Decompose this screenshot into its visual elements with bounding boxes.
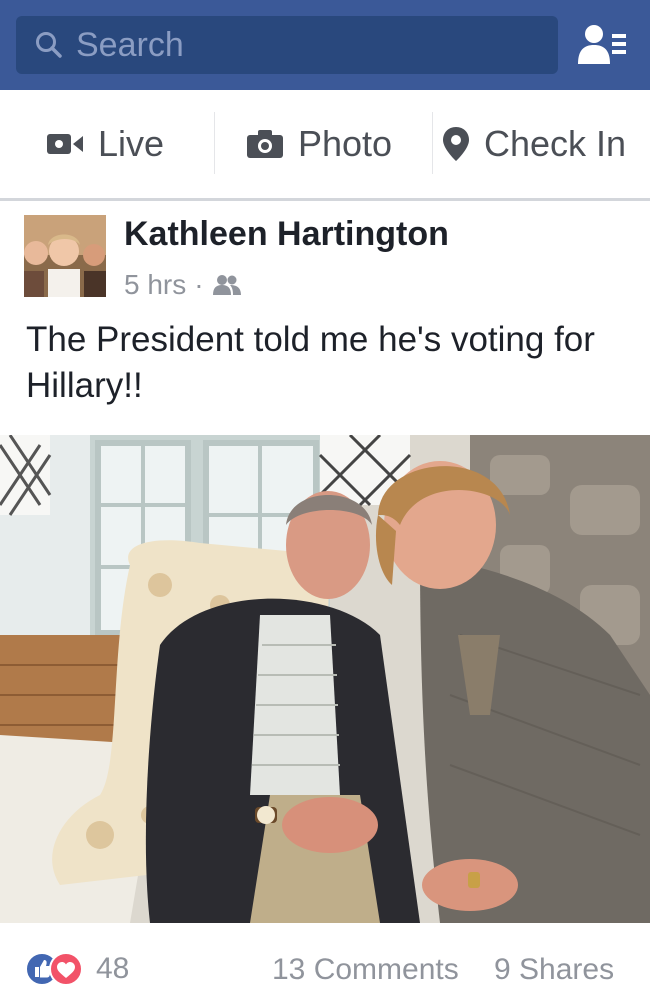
post-time[interactable]: 5 hrs xyxy=(124,269,186,301)
search-bar[interactable]: Search xyxy=(16,16,558,74)
like-love-reactions-icon xyxy=(25,952,83,986)
shares-count[interactable]: 9 Shares xyxy=(494,953,614,987)
comments-count[interactable]: 13 Comments xyxy=(272,953,459,987)
check-in-button[interactable]: Check In xyxy=(442,114,626,174)
composer-divider xyxy=(432,112,433,174)
search-placeholder: Search xyxy=(76,25,184,64)
live-label: Live xyxy=(98,123,165,164)
post-photo[interactable] xyxy=(0,435,650,923)
location-pin-icon xyxy=(443,127,469,161)
composer-divider xyxy=(214,112,215,174)
reactions-summary[interactable]: 48 xyxy=(24,951,129,987)
friend-requests-icon[interactable] xyxy=(574,22,630,68)
search-icon xyxy=(36,32,62,58)
live-button[interactable]: Live xyxy=(46,114,164,174)
post-header: Kathleen Hartington 5 hrs · The Presiden… xyxy=(0,201,650,431)
top-bar: Search xyxy=(0,0,650,90)
meta-separator: · xyxy=(194,269,204,300)
post-meta: 5 hrs · xyxy=(124,269,242,301)
post-footer: 48 13 Comments 9 Shares xyxy=(0,923,650,1000)
post-text: The President told me he's voting for Hi… xyxy=(26,320,595,405)
photo-button[interactable]: Photo xyxy=(246,114,392,174)
check-in-label: Check In xyxy=(484,123,627,164)
friends-icon xyxy=(212,275,241,295)
post-author[interactable]: Kathleen Hartington xyxy=(124,215,449,254)
avatar[interactable] xyxy=(24,215,106,297)
composer-bar: Live Photo Check In xyxy=(0,90,650,201)
photo-label: Photo xyxy=(298,123,393,164)
camera-icon xyxy=(247,130,283,158)
live-video-icon xyxy=(47,134,83,154)
reactions-count: 48 xyxy=(96,952,130,985)
